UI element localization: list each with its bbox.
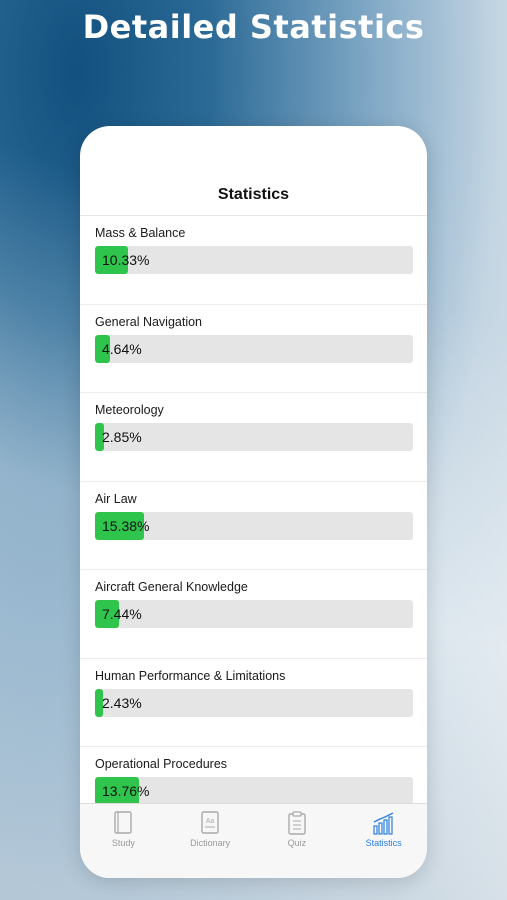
- stat-label: Aircraft General Knowledge: [95, 580, 248, 594]
- tab-label: Study: [111, 838, 135, 848]
- tab-label: Quiz: [287, 838, 307, 848]
- progress-value: 13.76%: [102, 783, 150, 799]
- progress-value: 4.64%: [102, 340, 142, 357]
- progress-value: 15.38%: [102, 517, 150, 534]
- stat-label: Human Performance & Limitations: [95, 668, 286, 683]
- svg-text:Aa: Aa: [206, 818, 215, 825]
- stat-label: Air Law: [95, 491, 137, 506]
- progress-bar: 7.44%: [95, 600, 413, 628]
- stat-label: Mass & Balance: [95, 226, 186, 240]
- dictionary-icon: Aa: [201, 811, 219, 834]
- phone-screen: Statistics Mass & Balance 10.33% General…: [80, 126, 427, 878]
- progress-bar: 4.64%: [95, 334, 413, 363]
- promo-headline: Detailed Statistics: [82, 8, 425, 46]
- progress-value: 10.33%: [102, 252, 150, 268]
- tab-study[interactable]: Study: [80, 804, 167, 878]
- tab-label: Dictionary: [190, 838, 231, 848]
- progress-bar: 15.38%: [95, 511, 413, 540]
- progress-value: 2.85%: [102, 429, 142, 445]
- stat-row[interactable]: General Navigation 4.64%: [80, 305, 427, 393]
- tab-label: Statistics: [365, 838, 402, 848]
- progress-value: 7.44%: [102, 606, 142, 622]
- progress-bar: 2.85%: [95, 423, 413, 451]
- stat-row[interactable]: Human Performance & Limitations 2.43%: [80, 659, 427, 747]
- stat-label: General Navigation: [95, 314, 203, 329]
- progress-bar: 2.43%: [95, 688, 413, 717]
- stat-row[interactable]: Meteorology 2.85%: [80, 393, 427, 482]
- stat-row[interactable]: Air Law 15.38%: [80, 482, 427, 570]
- tab-dictionary[interactable]: Aa Dictionary: [167, 804, 254, 878]
- progress-value: 2.43%: [102, 694, 142, 711]
- book-icon: [114, 811, 133, 834]
- stat-row[interactable]: Aircraft General Knowledge 7.44%: [80, 570, 427, 659]
- nav-title: Statistics: [217, 186, 290, 203]
- chart-icon: [373, 812, 393, 835]
- progress-bar: 13.76%: [95, 777, 413, 805]
- statistics-list[interactable]: Mass & Balance 10.33% General Navigation…: [80, 216, 427, 836]
- tab-bar: Study Aa Dictionary Quiz Statistics: [80, 803, 427, 878]
- tab-statistics[interactable]: Statistics: [340, 804, 427, 878]
- stat-row[interactable]: Mass & Balance 10.33%: [80, 216, 427, 305]
- clipboard-icon: [288, 811, 306, 835]
- stat-label: Meteorology: [95, 403, 164, 417]
- progress-bar: 10.33%: [95, 246, 413, 274]
- stat-label: Operational Procedures: [95, 757, 228, 771]
- tab-quiz[interactable]: Quiz: [254, 804, 341, 878]
